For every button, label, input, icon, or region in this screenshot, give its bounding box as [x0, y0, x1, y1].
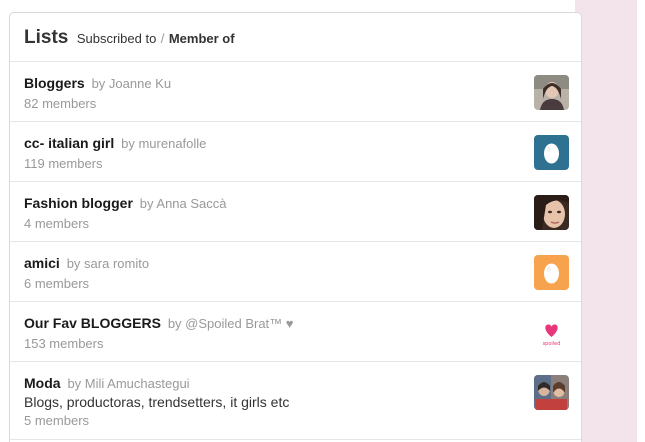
list-item[interactable]: cc- italian girl by murenafolle 119 memb… — [10, 122, 581, 182]
list-name-link[interactable]: Bloggers — [24, 75, 85, 91]
list-owner[interactable]: by murenafolle — [121, 136, 206, 151]
list-item[interactable]: amici by sara romito 6 members — [10, 242, 581, 302]
list-item[interactable]: Moda by Mili Amuchastegui Blogs, product… — [10, 362, 581, 440]
page-background — [575, 0, 637, 442]
svg-text:spoiled: spoiled — [543, 341, 561, 347]
heart-logo-icon[interactable]: spoiled — [534, 315, 569, 350]
owner-avatar[interactable] — [534, 375, 569, 410]
list-name-link[interactable]: Our Fav BLOGGERS — [24, 315, 161, 331]
list-name-link[interactable]: cc- italian girl — [24, 135, 114, 151]
list-description: Blogs, productoras, trendsetters, it gir… — [24, 394, 290, 410]
member-count: 6 members — [24, 276, 90, 291]
egg-avatar-icon[interactable] — [534, 255, 569, 290]
list-owner[interactable]: by Anna Saccà — [140, 196, 227, 211]
member-count: 5 members — [24, 413, 90, 428]
lists-header: Lists Subscribed to / Member of — [10, 13, 581, 62]
subscribed-to-link[interactable]: Subscribed to — [77, 31, 157, 46]
list-owner[interactable]: by sara romito — [67, 256, 149, 271]
list-owner[interactable]: by @Spoiled Brat™ ♥ — [168, 316, 294, 331]
member-count: 4 members — [24, 216, 90, 231]
lists-title: Lists — [24, 27, 69, 48]
list-owner[interactable]: by Mili Amuchastegui — [67, 376, 189, 391]
list-owner[interactable]: by Joanne Ku — [92, 76, 172, 91]
lists-panel: Lists Subscribed to / Member of Bloggers… — [9, 12, 582, 442]
owner-avatar[interactable] — [534, 195, 569, 230]
list-name-link[interactable]: Moda — [24, 375, 61, 391]
list-name-link[interactable]: amici — [24, 255, 60, 271]
member-of-tab[interactable]: Member of — [169, 31, 235, 46]
member-count: 82 members — [24, 96, 97, 111]
owner-avatar[interactable] — [534, 75, 569, 110]
list-item[interactable]: Our Fav BLOGGERS by @Spoiled Brat™ ♥ 153… — [10, 302, 581, 362]
egg-avatar-icon[interactable] — [534, 135, 569, 170]
member-count: 119 members — [24, 156, 103, 171]
list-item[interactable]: Fashion blogger by Anna Saccà 4 members — [10, 182, 581, 242]
list-name-link[interactable]: Fashion blogger — [24, 195, 133, 211]
header-separator: / — [160, 31, 165, 46]
list-item[interactable]: Bloggers by Joanne Ku 82 members — [10, 62, 581, 122]
member-count: 153 members — [24, 336, 104, 351]
